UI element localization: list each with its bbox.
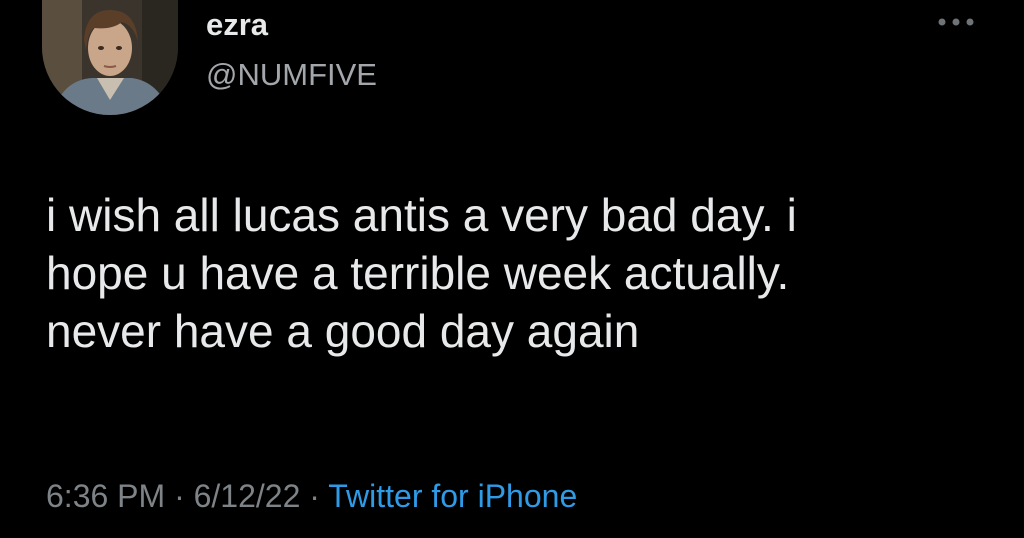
- meta-separator: ·: [174, 478, 185, 514]
- avatar[interactable]: [42, 0, 178, 115]
- profile-photo-icon: [42, 0, 178, 115]
- tweet-header: ezra @NUMFIVE: [42, 0, 982, 115]
- display-name[interactable]: ezra: [206, 6, 268, 44]
- tweet-date[interactable]: 6/12/22: [194, 478, 301, 514]
- more-options-button[interactable]: [933, 12, 979, 32]
- tweet-text-line: i wish all lucas antis a very bad day. i: [46, 189, 797, 241]
- tweet-text-line: never have a good day again: [46, 305, 640, 357]
- tweet-text: i wish all lucas antis a very bad day. i…: [46, 186, 996, 360]
- tweet-metadata: 6:36 PM · 6/12/22 · Twitter for iPhone: [46, 474, 577, 518]
- user-handle[interactable]: @NUMFIVE: [206, 56, 377, 94]
- tweet: ezra @NUMFIVE i wish all lucas antis a v…: [0, 0, 1024, 538]
- meta-separator: ·: [309, 478, 320, 514]
- more-options-icon: [938, 18, 974, 26]
- tweet-time[interactable]: 6:36 PM: [46, 478, 165, 514]
- tweet-text-line: hope u have a terrible week actually.: [46, 247, 790, 299]
- tweet-source-link[interactable]: Twitter for iPhone: [328, 478, 577, 514]
